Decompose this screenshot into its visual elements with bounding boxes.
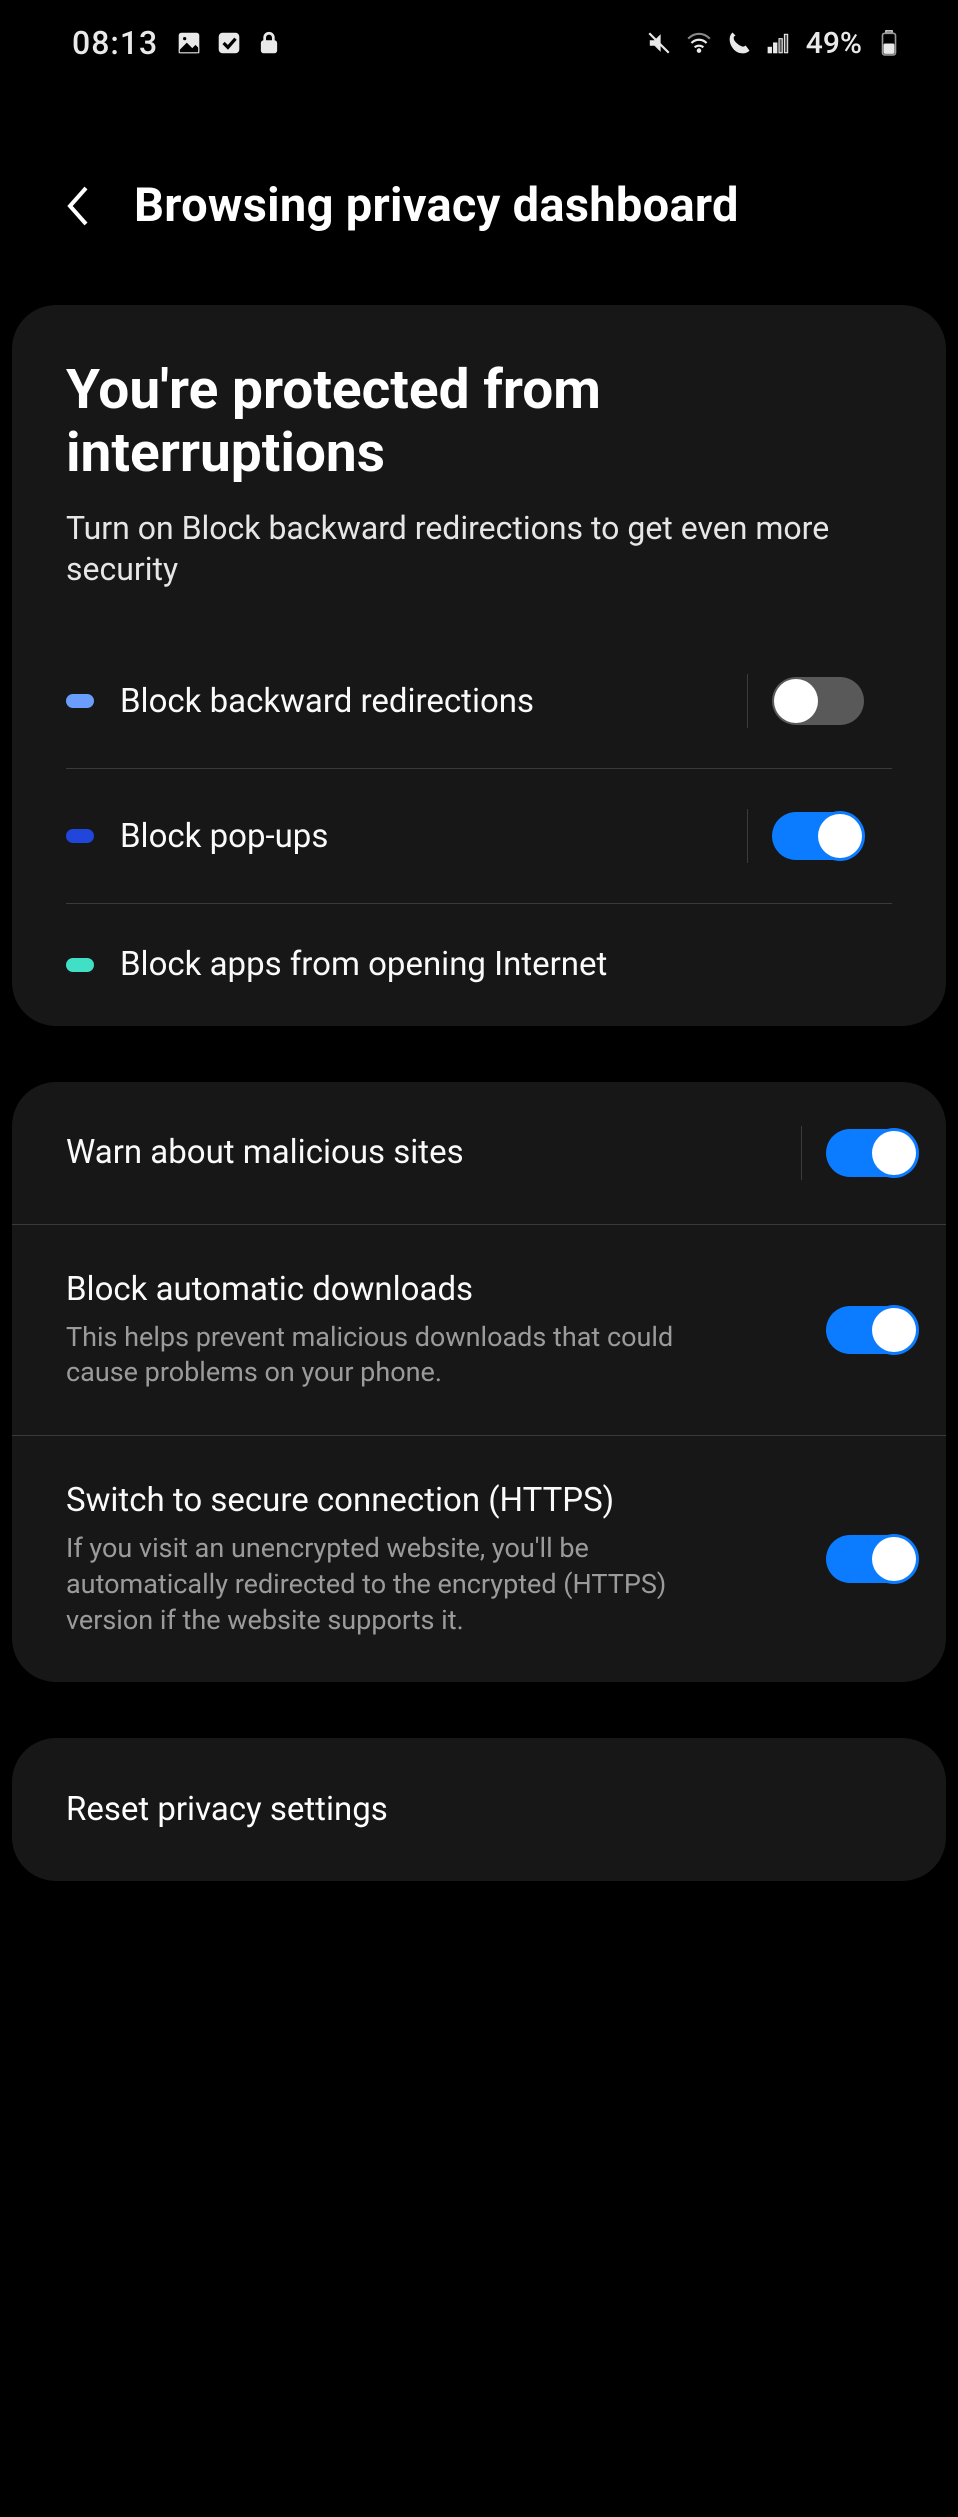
status-time: 08:13 [72, 24, 158, 62]
hero: You're protected from interruptions Turn… [12, 305, 946, 590]
status-dot-icon [66, 829, 98, 843]
toggle-block-popups[interactable] [772, 812, 864, 860]
hero-heading: You're protected from interruptions [66, 359, 892, 484]
row-block-popups[interactable]: Block pop-ups [66, 768, 892, 903]
row-sublabel: If you visit an unencrypted website, you… [66, 1531, 706, 1638]
toggle-block-automatic-downloads[interactable] [826, 1306, 918, 1354]
row-block-apps-opening-internet[interactable]: Block apps from opening Internet [66, 903, 892, 1025]
page-title: Browsing privacy dashboard [134, 178, 739, 233]
row-block-automatic-downloads[interactable]: Block automatic downloads This helps pre… [12, 1224, 946, 1436]
toggle-block-backward-redirections[interactable] [772, 677, 864, 725]
row-label: Block pop-ups [120, 816, 723, 857]
status-left: 08:13 [72, 24, 282, 62]
row-divider [747, 674, 748, 728]
row-label: Block apps from opening Internet [120, 944, 864, 985]
row-sublabel: This helps prevent malicious downloads t… [66, 1320, 706, 1391]
row-switch-to-https[interactable]: Switch to secure connection (HTTPS) If y… [12, 1435, 946, 1682]
battery-icon [876, 30, 902, 56]
status-dot-icon [66, 958, 98, 972]
interruptions-card: You're protected from interruptions Turn… [12, 305, 946, 1026]
status-dot-icon [66, 694, 98, 708]
row-label: Block backward redirections [120, 681, 723, 722]
row-label: Block automatic downloads This helps pre… [66, 1269, 826, 1392]
lock-icon [256, 30, 282, 56]
hero-subheading: Turn on Block backward redirections to g… [66, 508, 892, 590]
security-card: Warn about malicious sites Block automat… [12, 1082, 946, 1683]
blank-space [0, 1937, 958, 2517]
row-divider [747, 809, 748, 863]
row-label: Reset privacy settings [66, 1790, 388, 1829]
row-block-backward-redirections[interactable]: Block backward redirections [66, 634, 892, 768]
status-right: 49% [646, 26, 902, 61]
row-reset-privacy-settings[interactable]: Reset privacy settings [12, 1738, 946, 1881]
row-label: Switch to secure connection (HTTPS) If y… [66, 1480, 826, 1638]
page-header: Browsing privacy dashboard [0, 80, 958, 305]
row-warn-malicious-sites[interactable]: Warn about malicious sites [12, 1082, 946, 1224]
checkbox-icon [216, 30, 242, 56]
photo-icon [176, 30, 202, 56]
status-bar: 08:13 49% [0, 0, 958, 80]
reset-card: Reset privacy settings [12, 1738, 946, 1881]
battery-percent: 49% [806, 26, 862, 61]
row-label: Warn about malicious sites [66, 1132, 777, 1173]
mute-icon [646, 30, 672, 56]
wifi-icon [686, 30, 712, 56]
row-divider [801, 1126, 802, 1180]
toggle-warn-malicious-sites[interactable] [826, 1129, 918, 1177]
toggle-switch-to-https[interactable] [826, 1535, 918, 1583]
back-icon[interactable] [58, 186, 98, 226]
voip-icon [726, 30, 752, 56]
signal-icon [766, 30, 792, 56]
